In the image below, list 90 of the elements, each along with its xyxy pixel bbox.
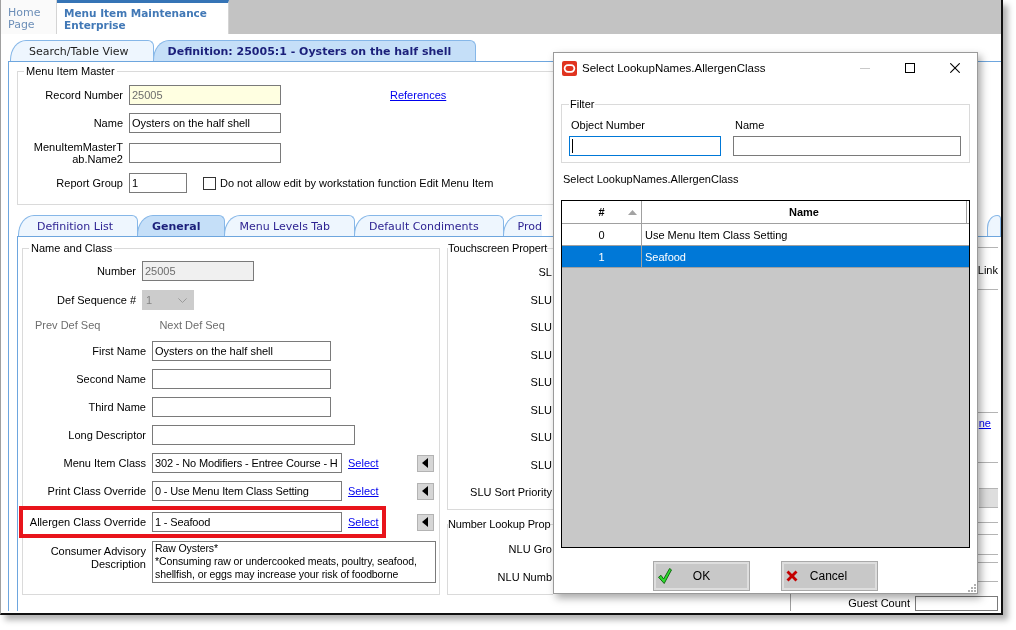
text-field[interactable] bbox=[152, 369, 331, 389]
column-header[interactable]: Name bbox=[642, 201, 967, 223]
text-field[interactable] bbox=[152, 397, 331, 417]
field-label: SL bbox=[538, 266, 552, 278]
field-label: SLU bbox=[530, 293, 552, 306]
text-cursor-icon bbox=[572, 139, 573, 153]
table-row[interactable]: 0 Use Menu Item Class Setting bbox=[562, 224, 969, 246]
text-field[interactable]: Oysters on the half shell bbox=[129, 113, 281, 133]
field-label: Menu Item Class bbox=[63, 457, 146, 469]
arrow-button[interactable] bbox=[416, 513, 434, 531]
group-title: Menu Item Master bbox=[25, 65, 116, 78]
group-title: Touchscreen Propert bbox=[448, 242, 548, 255]
field-label: Third Name bbox=[88, 401, 146, 413]
field-label: Number bbox=[96, 265, 136, 277]
field-label: Def Sequence # bbox=[57, 294, 136, 306]
field-label: Object Number bbox=[571, 119, 645, 132]
group-title: Number Lookup Prop bbox=[448, 518, 551, 531]
arrow-button[interactable] bbox=[416, 482, 434, 500]
text-field[interactable] bbox=[569, 136, 721, 156]
text-field[interactable]: 0 - Use Menu Item Class Setting bbox=[152, 481, 342, 501]
text-field[interactable]: 25005 bbox=[129, 85, 281, 105]
text-field[interactable]: 302 - No Modifiers - Entree Course - H bbox=[152, 453, 342, 473]
tab[interactable]: Prod bbox=[502, 215, 543, 236]
text-field[interactable]: Oysters on the half shell bbox=[152, 341, 331, 361]
table-cell: 1 bbox=[562, 246, 642, 267]
text-field[interactable]: 1 bbox=[129, 173, 187, 193]
left-triangle-icon bbox=[422, 517, 429, 527]
tab[interactable]: Menu Item Maintenance Enterprise bbox=[57, 0, 229, 34]
tab[interactable]: Search/Table View bbox=[10, 40, 154, 61]
field-label: Long Descriptor bbox=[68, 429, 146, 441]
field-label: NLU Gro bbox=[508, 543, 552, 555]
select-link[interactable]: Select bbox=[348, 457, 379, 469]
tab[interactable]: Definition List bbox=[18, 215, 138, 236]
left-triangle-icon bbox=[422, 486, 429, 496]
field-label: Guest Count bbox=[848, 597, 910, 610]
text-field[interactable] bbox=[733, 136, 961, 156]
field-label: MenuItemMasterTab.Name2 bbox=[33, 141, 123, 165]
field-label: SLU bbox=[530, 348, 552, 361]
table-cell-text: Seafood bbox=[644, 249, 687, 265]
resize-grip-icon bbox=[968, 584, 976, 592]
text-field[interactable] bbox=[152, 425, 355, 445]
field-label: SLU bbox=[530, 403, 552, 416]
select-link[interactable]: Select bbox=[348, 485, 379, 497]
left-triangle-icon bbox=[422, 458, 429, 468]
field-label: Name bbox=[93, 117, 123, 129]
tab[interactable] bbox=[987, 215, 1001, 236]
tab[interactable]: General bbox=[137, 215, 226, 236]
text-field[interactable]: 1 - Seafood bbox=[152, 512, 342, 532]
table-cell-text: Use Menu Item Class Setting bbox=[644, 227, 789, 243]
field-label: Name bbox=[735, 119, 765, 132]
field-label: Consumer Advisory Description bbox=[50, 545, 146, 570]
table-row[interactable]: 1 Seafood bbox=[562, 246, 969, 268]
window-icon bbox=[562, 60, 577, 76]
field-label: SLU bbox=[530, 321, 552, 333]
field-label: SLU bbox=[530, 458, 552, 471]
checkbox-label: Do not allow edit by workstation function Edit Menu Item bbox=[220, 177, 494, 189]
header-bar bbox=[979, 488, 998, 508]
field-label: Print Class Override bbox=[47, 485, 146, 497]
table-cell: 0 bbox=[562, 224, 642, 245]
tab[interactable]: Default Condiments bbox=[354, 215, 504, 236]
group-title: Name and Class bbox=[30, 242, 114, 255]
ok-button[interactable]: OK bbox=[653, 561, 750, 591]
text-field[interactable] bbox=[915, 596, 998, 611]
field-label: Allergen Class Override bbox=[29, 516, 146, 528]
arrow-button[interactable] bbox=[416, 454, 434, 472]
group-title: Filter bbox=[569, 98, 596, 111]
field-label: First Name bbox=[92, 345, 146, 357]
link[interactable]: ne bbox=[978, 417, 991, 429]
field-label: SLU bbox=[530, 431, 552, 443]
checkmark-icon bbox=[658, 568, 672, 584]
cross-icon bbox=[786, 570, 798, 582]
tab[interactable]: Menu Levels Tab bbox=[224, 215, 355, 236]
select-link[interactable]: Select bbox=[348, 516, 379, 528]
field-label: Second Name bbox=[76, 373, 146, 385]
column-header[interactable]: # bbox=[562, 201, 642, 223]
field-label: NLU Numb bbox=[497, 571, 552, 583]
field-label: SLU bbox=[530, 376, 552, 388]
references-link[interactable]: References bbox=[390, 89, 447, 101]
dialog-title: Select LookupNames.AllergenClass bbox=[582, 62, 766, 74]
field-label: SLU Sort Priority bbox=[470, 486, 552, 498]
tab[interactable]: Definition: 25005:1 - Oysters on the half shell bbox=[152, 40, 477, 61]
field-label: Record Number bbox=[45, 89, 123, 101]
list-label: Select LookupNames.AllergenClass bbox=[563, 173, 739, 185]
chevron-down-icon bbox=[178, 297, 187, 303]
text-field[interactable] bbox=[129, 143, 281, 163]
text-area[interactable]: Raw Oysters* *Consuming raw or undercooked meats, poultry, seafood, shellfish, or eggs may increase your risk of foodborne bbox=[152, 541, 436, 583]
checkbox[interactable] bbox=[203, 176, 216, 190]
cancel-button[interactable]: Cancel bbox=[781, 561, 878, 591]
field-label: Link bbox=[977, 264, 998, 276]
field-label: Report Group bbox=[56, 177, 123, 189]
